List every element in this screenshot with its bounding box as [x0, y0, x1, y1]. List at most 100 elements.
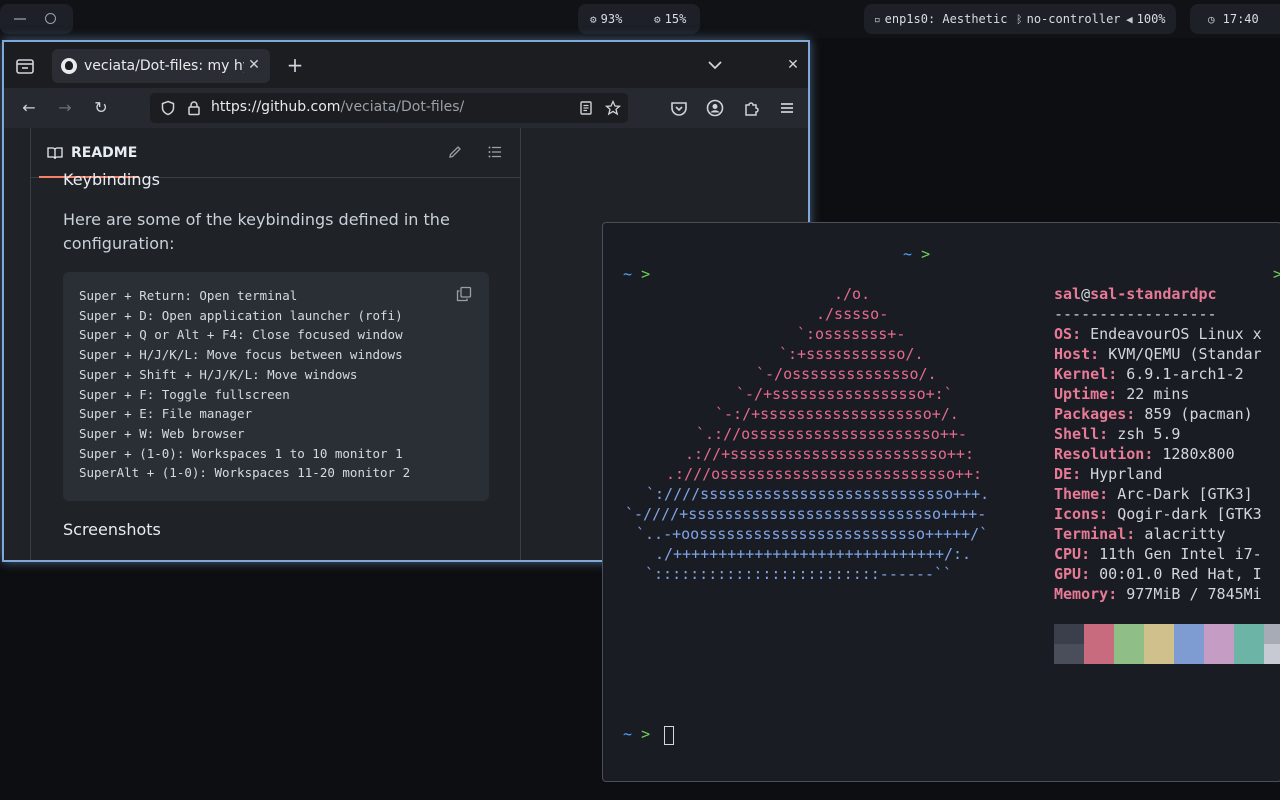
system-stats: ⚙ 93% ⚙ 15%: [578, 4, 700, 34]
info-cpu: CPU: 11th Gen Intel i7-: [1054, 545, 1262, 563]
back-arrow-icon[interactable]: ←: [18, 97, 40, 119]
info-kernel: Kernel: 6.9.1-arch1-2: [1054, 365, 1244, 383]
memory-icon: ⚙: [654, 12, 661, 26]
palette-swatch: [1234, 624, 1264, 644]
keybindings-code-block: Super + Return: Open terminal Super + D:…: [63, 272, 489, 501]
forward-arrow-icon[interactable]: →: [54, 97, 76, 119]
cpu-stat: ⚙ 93%: [590, 4, 622, 34]
active-workspace-dash[interactable]: [14, 18, 26, 20]
chevron-down-icon[interactable]: [704, 54, 726, 76]
info-uptime: Uptime: 22 mins: [1054, 385, 1190, 403]
text-cursor: [664, 726, 674, 745]
account-icon[interactable]: [704, 97, 726, 119]
info-shell: Shell: zsh 5.9: [1054, 425, 1181, 443]
clock-module[interactable]: ◷ 17:40: [1190, 4, 1280, 34]
palette-swatch: [1054, 624, 1084, 644]
workspace-indicator[interactable]: [0, 4, 73, 34]
code-line: Super + E: File manager: [79, 406, 253, 421]
info-theme: Theme: Arc-Dark [GTK3]: [1054, 485, 1253, 503]
ascii-art-line: ./sssso-: [816, 305, 889, 323]
tab-list-icon[interactable]: [14, 55, 36, 77]
info-os: OS: EndeavourOS Linux x: [1054, 325, 1262, 343]
ascii-art-line: `-/+sssssssssssssssso+:`: [736, 385, 953, 403]
table-of-contents-icon[interactable]: [487, 144, 503, 160]
shield-icon[interactable]: [160, 100, 176, 116]
cpu-value: 93%: [600, 12, 623, 26]
info-de: DE: Hyprland: [1054, 465, 1163, 483]
reload-icon[interactable]: ↻: [90, 97, 112, 119]
clock: ◷ 17:40: [1208, 4, 1259, 34]
ascii-art-line: `-////+ssssssssssssssssssssssssssso++++-: [625, 505, 987, 523]
prompt-line: ~ >: [623, 265, 651, 283]
ascii-art-line: `:osssssss+-: [797, 325, 906, 343]
pocket-icon[interactable]: [668, 97, 690, 119]
palette-swatch: [1204, 644, 1234, 664]
ascii-art-line: `:::::::::::::::::::::::::------``: [645, 565, 953, 583]
bluetooth-label: no-controller: [1026, 12, 1121, 26]
palette-swatch: [1204, 624, 1234, 644]
bookmark-star-icon[interactable]: [605, 100, 621, 116]
volume-label: 100%: [1136, 12, 1166, 26]
bluetooth-module[interactable]: ᛒ no-controller: [1016, 4, 1121, 34]
tab-close-icon[interactable]: ✕: [244, 55, 264, 75]
url-text[interactable]: https://github.com/veciata/Dot-files/: [211, 99, 464, 115]
info-resolution: Resolution: 1280x800: [1054, 445, 1235, 463]
code-line: Super + Shift + H/J/K/L: Move windows: [79, 367, 358, 382]
info-memory: Memory: 977MiB / 7845Mi: [1054, 585, 1262, 603]
window-close-icon[interactable]: ✕: [782, 54, 804, 76]
info-host: Host: KVM/QEMU (Standar: [1054, 345, 1262, 363]
prompt-centered: ~ >: [903, 245, 931, 263]
pencil-icon[interactable]: [447, 144, 463, 160]
reader-view-icon[interactable]: [578, 100, 594, 116]
terminal-window[interactable]: ~ > ~ > > ./o. ./sssso- `:osssssss+- `:+…: [602, 222, 1280, 782]
ascii-art-line: `:+sssssssssso/.: [779, 345, 924, 363]
ascii-art-line: `.://osssssssssssssssssssso++-: [696, 425, 967, 443]
bluetooth-icon: ᛒ: [1016, 12, 1023, 26]
volume-module[interactable]: ◀ 100%: [1126, 4, 1166, 34]
palette-swatch: [1264, 644, 1280, 664]
hamburger-menu-icon[interactable]: [776, 97, 798, 119]
keybindings-intro: Here are some of the keybindings defined…: [63, 210, 450, 253]
github-favicon-icon: [61, 58, 77, 74]
code-line: Super + Q or Alt + F4: Close focused win…: [79, 327, 403, 342]
url-path: /veciata/Dot-files/: [340, 99, 465, 115]
code-line: Super + W: Web browser: [79, 426, 245, 441]
memory-value: 15%: [664, 12, 687, 26]
palette-swatch: [1084, 624, 1114, 644]
keybindings-heading: Keybindings: [63, 170, 160, 189]
palette-swatch: [1264, 624, 1280, 644]
info-icons: Icons: Qogir-dark [GTK3: [1054, 505, 1262, 523]
clock-time: 17:40: [1222, 12, 1259, 26]
new-tab-button[interactable]: +: [284, 54, 306, 76]
copy-icon[interactable]: [456, 286, 472, 302]
url-bar[interactable]: https://github.com/veciata/Dot-files/: [150, 93, 628, 123]
info-terminal: Terminal: alacritty: [1054, 525, 1226, 543]
user-host: sal@sal-standardpc: [1054, 285, 1217, 303]
ethernet-icon: ▫: [874, 12, 881, 26]
memory-stat: ⚙ 15%: [654, 4, 686, 34]
readme-tab-label: README: [71, 145, 138, 161]
workspace-ring[interactable]: [45, 13, 56, 24]
lock-icon[interactable]: [186, 100, 202, 116]
network-module[interactable]: ▫ enp1s0: Aesthetic: [874, 4, 1007, 34]
palette-swatch: [1114, 624, 1144, 644]
prompt-right-marker: >: [1273, 264, 1280, 284]
info-gpu: GPU: 00:01.0 Red Hat, I: [1054, 565, 1262, 583]
palette-swatch: [1144, 644, 1174, 664]
ascii-art-line: ./++++++++++++++++++++++++++++++/:.: [655, 545, 972, 563]
top-status-bar: ⚙ 93% ⚙ 15% ▫ enp1s0: Aesthetic ᛒ no-con…: [0, 0, 1280, 38]
ascii-art-line: .:///ossssssssssssssssssssssssso++:: [666, 465, 983, 483]
palette-swatch: [1174, 624, 1204, 644]
navigation-bar: ← → ↻ https://github.com/veciata/Dot-fil…: [4, 88, 808, 128]
palette-swatch: [1114, 644, 1144, 664]
ascii-art-line: ./o.: [834, 285, 871, 303]
volume-icon: ◀: [1126, 12, 1133, 26]
ascii-art-line: `-/ossssssssssssso/.: [756, 365, 937, 383]
info-packages: Packages: 859 (pacman): [1054, 405, 1253, 423]
code-line: Super + D: Open application launcher (ro…: [79, 308, 403, 323]
extensions-icon[interactable]: [740, 97, 762, 119]
tab-github[interactable]: veciata/Dot-files: my hypr ✕: [52, 49, 270, 83]
palette-swatch: [1054, 644, 1084, 664]
code-line: SuperAlt + (1-0): Workspaces 11-20 monit…: [79, 465, 411, 480]
clock-icon: ◷: [1208, 12, 1215, 26]
